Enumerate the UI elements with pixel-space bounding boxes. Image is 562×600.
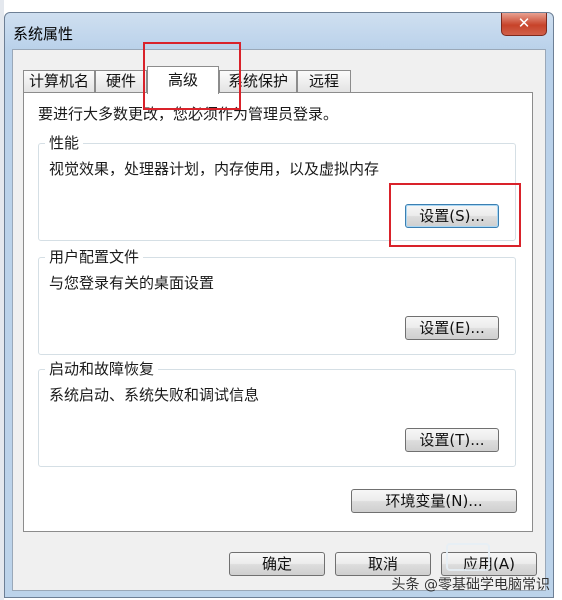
advanced-tab-panel: 要进行大多数更改，您必须作为管理员登录。 性能 视觉效果，处理器计划，内存使用，… [23, 92, 533, 532]
startup-recovery-title: 启动和故障恢复 [45, 358, 159, 379]
tab-remote[interactable]: 远程 [297, 70, 351, 92]
environment-variables-button[interactable]: 环境变量(N)... [351, 489, 517, 513]
startup-recovery-settings-button[interactable]: 设置(T)... [405, 428, 499, 452]
performance-title: 性能 [45, 132, 84, 153]
tab-computer-name[interactable]: 计算机名 [23, 70, 95, 92]
ok-button[interactable]: 确定 [229, 552, 325, 576]
close-icon: ✕ [517, 14, 531, 32]
performance-description: 视觉效果，处理器计划，内存使用，以及虚拟内存 [49, 160, 380, 178]
close-button[interactable]: ✕ [501, 13, 547, 36]
window-title: 系统属性 [13, 25, 74, 43]
tab-advanced[interactable]: 高级 [147, 66, 219, 94]
tab-hardware[interactable]: 硬件 [95, 70, 147, 92]
startup-recovery-description: 系统启动、系统失败和调试信息 [49, 386, 260, 404]
user-profiles-settings-button[interactable]: 设置(E)... [405, 316, 499, 340]
user-profiles-group: 用户配置文件 与您登录有关的桌面设置 设置(E)... [38, 246, 516, 355]
user-profiles-description: 与您登录有关的桌面设置 [49, 274, 215, 292]
user-profiles-title: 用户配置文件 [45, 246, 144, 267]
watermark-logo [446, 543, 490, 571]
watermark-text: 头条 @零基础学电脑常识 [391, 577, 550, 593]
system-properties-dialog: 系统属性 ✕ 计算机名 硬件 高级 系统保护 远程 要进行大多数更改，您必须作为… [4, 12, 554, 598]
settings-button-highlight [389, 183, 521, 247]
cancel-button[interactable]: 取消 [335, 552, 431, 576]
startup-recovery-group: 启动和故障恢复 系统启动、系统失败和调试信息 设置(T)... [38, 358, 516, 467]
tab-strip: 计算机名 硬件 高级 系统保护 远程 [23, 66, 543, 94]
dialog-client-area: 计算机名 硬件 高级 系统保护 远程 要进行大多数更改，您必须作为管理员登录。 … [12, 49, 546, 591]
